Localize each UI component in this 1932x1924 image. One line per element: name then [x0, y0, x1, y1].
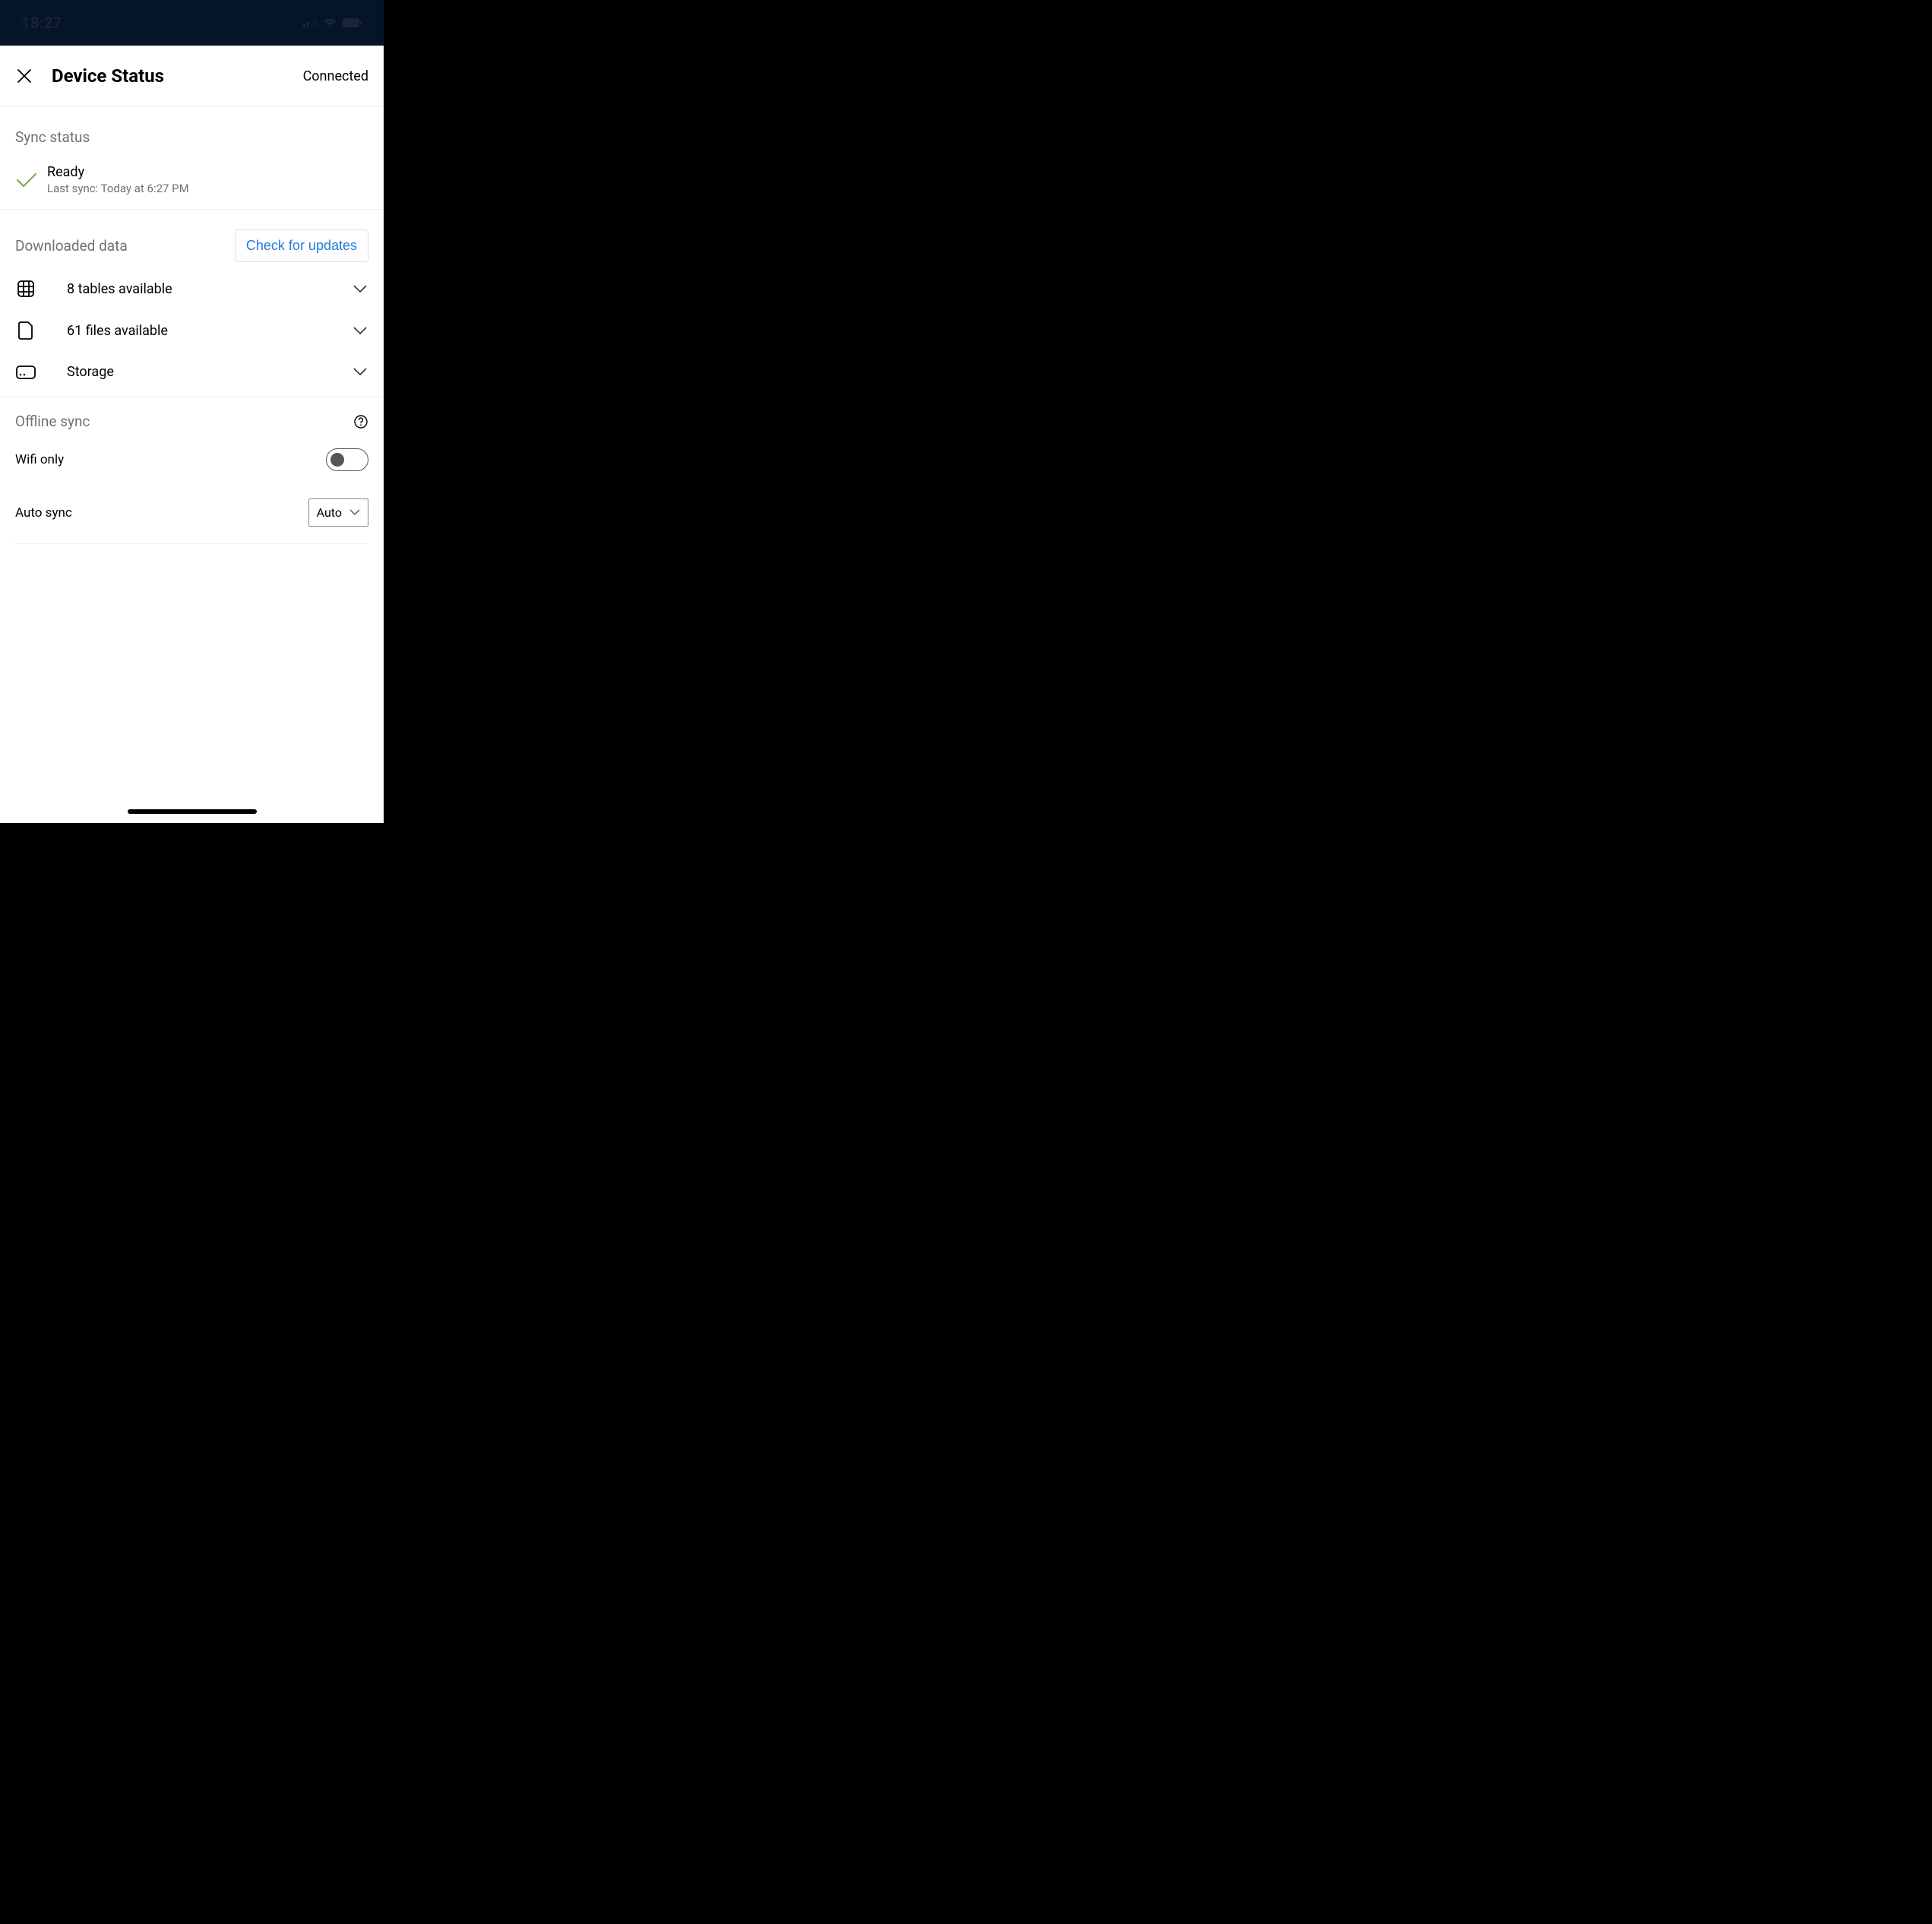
wifi-only-label: Wifi only [15, 452, 64, 467]
connection-status: Connected [303, 68, 368, 84]
table-icon [15, 280, 36, 297]
auto-sync-value: Auto [317, 505, 342, 520]
auto-sync-row: Auto sync Auto [0, 485, 384, 540]
storage-label: Storage [67, 364, 352, 380]
chevron-down-icon [352, 368, 368, 376]
file-icon [15, 321, 36, 340]
downloaded-data-label: Downloaded data [15, 237, 128, 255]
chevron-down-icon [352, 285, 368, 293]
divider [15, 543, 368, 544]
page-title: Device Status [52, 65, 303, 87]
auto-sync-label: Auto sync [15, 505, 72, 521]
close-button[interactable] [12, 64, 36, 88]
cellular-icon [303, 18, 317, 27]
wifi-icon [323, 18, 337, 28]
sync-status-sub: Last sync: Today at 6:27 PM [47, 182, 189, 195]
sync-status-section: Sync status [0, 107, 384, 149]
tables-row[interactable]: 8 tables available [0, 268, 384, 309]
files-label: 61 files available [67, 323, 352, 339]
help-button[interactable] [353, 414, 368, 429]
check-for-updates-button[interactable]: Check for updates [235, 229, 368, 262]
offline-sync-label: Offline sync [15, 413, 90, 430]
sync-status-main: Ready [47, 164, 189, 180]
sync-status-label: Sync status [15, 107, 368, 149]
wifi-only-toggle[interactable] [326, 448, 368, 471]
toggle-knob [330, 453, 344, 467]
tables-label: 8 tables available [67, 281, 352, 297]
wifi-only-row: Wifi only [0, 435, 384, 485]
close-icon [17, 69, 31, 83]
sync-status-row: Ready Last sync: Today at 6:27 PM [0, 149, 384, 210]
auto-sync-select[interactable]: Auto [308, 498, 368, 527]
chevron-down-icon [349, 509, 360, 516]
chevron-down-icon [352, 327, 368, 335]
offline-sync-header: Offline sync [0, 397, 384, 435]
device-status-screen: 18:27 Device Status Connected Sync statu… [0, 0, 384, 823]
checkmark-icon [15, 172, 38, 188]
status-bar: 18:27 [0, 0, 384, 46]
storage-icon [15, 365, 36, 379]
screen-header: Device Status Connected [0, 46, 384, 107]
downloaded-data-header: Downloaded data Check for updates [0, 210, 384, 268]
home-indicator[interactable] [128, 809, 257, 814]
files-row[interactable]: 61 files available [0, 309, 384, 352]
status-bar-time: 18:27 [21, 14, 62, 32]
battery-icon [343, 18, 362, 27]
storage-row[interactable]: Storage [0, 352, 384, 392]
help-icon [354, 415, 368, 429]
status-bar-icons [303, 18, 362, 28]
